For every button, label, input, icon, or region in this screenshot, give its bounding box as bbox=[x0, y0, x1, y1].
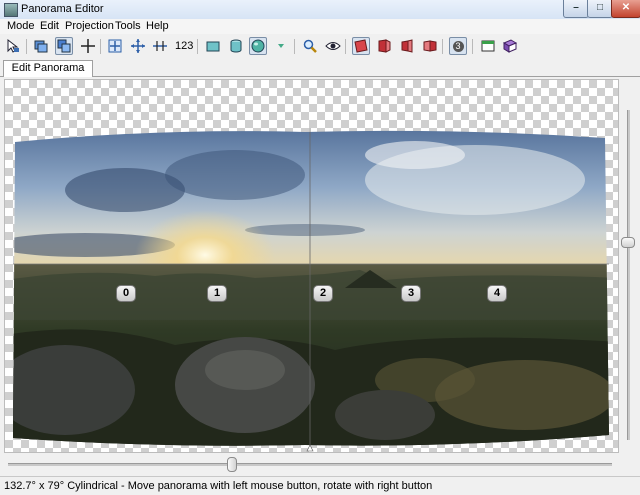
blend-mode-1-icon[interactable] bbox=[352, 37, 370, 55]
cylindrical-projection-icon[interactable] bbox=[227, 37, 245, 55]
horizontal-fov-slider-thumb[interactable] bbox=[227, 457, 237, 472]
app-icon bbox=[4, 3, 18, 17]
window-title: Panorama Editor bbox=[21, 3, 104, 15]
status-text: 132.7° x 79° Cylindrical - Move panorama… bbox=[4, 480, 433, 492]
straighten-icon[interactable] bbox=[151, 37, 169, 55]
image-label-0[interactable]: 0 bbox=[116, 285, 136, 302]
toolbar: 123 3 bbox=[0, 34, 640, 59]
menu-projection[interactable]: Projection bbox=[65, 20, 114, 32]
spherical-projection-icon[interactable] bbox=[249, 37, 267, 55]
panorama-canvas[interactable]: 0 1 2 3 4 bbox=[4, 79, 619, 453]
menu-tools[interactable]: Tools bbox=[115, 20, 141, 32]
image-count-badge: 3 bbox=[452, 40, 464, 52]
blend-mode-2-icon[interactable] bbox=[375, 37, 393, 55]
horizontal-fov-slider-track[interactable] bbox=[8, 463, 612, 466]
image-label-1[interactable]: 1 bbox=[207, 285, 227, 302]
vertical-fov-slider-track[interactable] bbox=[627, 110, 630, 440]
rectilinear-projection-icon[interactable] bbox=[204, 37, 222, 55]
number-images-button[interactable]: 123 bbox=[175, 40, 193, 52]
blend-mode-3-icon[interactable] bbox=[398, 37, 416, 55]
panorama-image[interactable] bbox=[5, 80, 618, 452]
toolbar-separator bbox=[472, 39, 473, 54]
toolbar-separator bbox=[345, 39, 346, 54]
projection-dropdown-icon[interactable] bbox=[272, 37, 290, 55]
tab-edit-panorama[interactable]: Edit Panorama bbox=[3, 60, 93, 77]
toolbar-separator bbox=[442, 39, 443, 54]
menu-mode[interactable]: Mode bbox=[7, 20, 35, 32]
minimize-button[interactable]: – bbox=[563, 0, 589, 18]
select-pointer-icon[interactable] bbox=[4, 37, 22, 55]
zoom-icon[interactable] bbox=[301, 37, 319, 55]
fit-panorama-icon[interactable] bbox=[106, 37, 124, 55]
vertical-fov-slider-thumb[interactable] bbox=[621, 237, 635, 248]
toolbar-separator bbox=[100, 39, 101, 54]
image-label-4[interactable]: 4 bbox=[487, 285, 507, 302]
image-count-button[interactable]: 3 bbox=[449, 37, 467, 55]
new-window-icon[interactable] bbox=[479, 37, 497, 55]
crosshair-icon[interactable] bbox=[79, 37, 97, 55]
help-book-icon[interactable] bbox=[501, 37, 519, 55]
center-marker-icon bbox=[306, 444, 314, 452]
tab-bar: Edit Panorama bbox=[0, 59, 640, 77]
image-stack-icon[interactable] bbox=[32, 37, 50, 55]
maximize-button[interactable]: □ bbox=[587, 0, 613, 18]
preview-eye-icon[interactable] bbox=[324, 37, 342, 55]
menu-edit[interactable]: Edit bbox=[40, 20, 59, 32]
menu-help[interactable]: Help bbox=[146, 20, 169, 32]
toolbar-separator bbox=[197, 39, 198, 54]
toolbar-separator bbox=[26, 39, 27, 54]
center-panorama-icon[interactable] bbox=[129, 37, 147, 55]
toolbar-separator bbox=[294, 39, 295, 54]
title-bar: Panorama Editor – □ ✕ bbox=[0, 0, 640, 20]
status-bar: 132.7° x 79° Cylindrical - Move panorama… bbox=[0, 476, 640, 495]
menu-bar: Mode Edit Projection Tools Help bbox=[0, 19, 640, 34]
blend-mode-4-icon[interactable] bbox=[421, 37, 439, 55]
close-button[interactable]: ✕ bbox=[611, 0, 640, 18]
move-images-icon[interactable] bbox=[55, 37, 73, 55]
image-label-2[interactable]: 2 bbox=[313, 285, 333, 302]
image-label-3[interactable]: 3 bbox=[401, 285, 421, 302]
